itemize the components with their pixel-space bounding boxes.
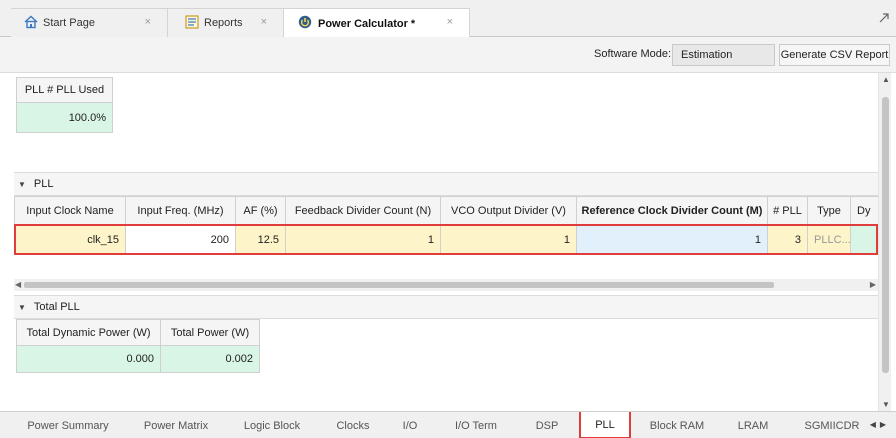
close-icon[interactable]: × [447, 16, 453, 28]
cell-af[interactable]: 12.5 [236, 226, 286, 255]
pll-content-panel: PLL # PLL Used 100.0% ▼ PLL Input Clock … [14, 73, 878, 411]
pll-used-value: 100.0% [17, 103, 113, 133]
col-pll-count: # PLL [768, 197, 808, 226]
pll-table: Input Clock Name Input Freq. (MHz) AF (%… [14, 196, 878, 255]
right-margin [891, 73, 896, 411]
scroll-right-icon[interactable]: ▶ [870, 280, 876, 289]
col-af: AF (%) [236, 197, 286, 226]
cell-type[interactable]: PLLC... [808, 226, 851, 255]
bottom-tab-bar: Power Summary Power Matrix Logic Block C… [0, 411, 896, 438]
cell-input-freq[interactable]: 200 [126, 226, 236, 255]
col-feedback-divider: Feedback Divider Count (N) [286, 197, 441, 226]
software-mode-label: Software Mode: [594, 48, 672, 60]
btab-dsp[interactable]: DSP [526, 412, 568, 438]
btab-sgmiicdr[interactable]: SGMIICDR [798, 412, 866, 438]
power-calculator-icon [298, 15, 312, 29]
scroll-down-icon[interactable]: ▼ [882, 400, 890, 409]
pll-used-grid: PLL # PLL Used 100.0% [16, 77, 113, 133]
tab-start-page[interactable]: Start Page × [11, 8, 168, 37]
scroll-left-icon[interactable]: ◀ [15, 280, 21, 289]
col-vco-output-divider: VCO Output Divider (V) [441, 197, 577, 226]
btab-io[interactable]: I/O [394, 412, 426, 438]
col-type: Type [808, 197, 851, 226]
cell-dynamic [851, 226, 878, 255]
home-icon [24, 15, 38, 29]
total-pll-section-header[interactable]: ▼ Total PLL [14, 295, 878, 319]
total-pll-table: Total Dynamic Power (W) Total Power (W) … [16, 319, 260, 373]
pll-section-header[interactable]: ▼ PLL [14, 172, 878, 196]
scroll-up-icon[interactable]: ▲ [882, 75, 890, 84]
close-icon[interactable]: × [145, 16, 151, 28]
btab-block-ram[interactable]: Block RAM [644, 412, 710, 438]
horizontal-scroll-thumb[interactable] [24, 282, 774, 288]
tab-reports-label: Reports [204, 17, 243, 29]
tab-power-calculator-label: Power Calculator * [318, 17, 416, 30]
tab-reports[interactable]: Reports × [168, 8, 284, 37]
btab-lram[interactable]: LRAM [730, 412, 776, 438]
vertical-scroll-thumb[interactable] [882, 97, 889, 373]
cell-total-power: 0.002 [161, 346, 260, 373]
cell-feedback-divider[interactable]: 1 [286, 226, 441, 255]
cell-total-dynamic-power: 0.000 [17, 346, 161, 373]
collapse-caret-icon: ▼ [18, 302, 26, 312]
document-tab-strip: Start Page × Reports × Power Calculator … [0, 0, 896, 38]
cell-reference-clock-divider[interactable]: 1 [577, 226, 768, 255]
cell-vco-output-divider[interactable]: 1 [441, 226, 577, 255]
col-total-dynamic-power: Total Dynamic Power (W) [17, 320, 161, 346]
pll-section-title: PLL [33, 178, 54, 190]
close-icon[interactable]: × [261, 16, 267, 28]
btab-power-matrix[interactable]: Power Matrix [136, 412, 216, 438]
col-input-freq: Input Freq. (MHz) [126, 197, 236, 226]
col-total-power: Total Power (W) [161, 320, 260, 346]
btab-power-summary[interactable]: Power Summary [20, 412, 116, 438]
btab-logic-block[interactable]: Logic Block [236, 412, 308, 438]
col-input-clock-name: Input Clock Name [15, 197, 126, 226]
btab-io-term[interactable]: I/O Term [446, 412, 506, 438]
report-icon [185, 15, 199, 29]
tab-scroll-arrows-icon[interactable]: ◀▶ [870, 420, 890, 429]
cell-input-clock-name[interactable]: clk_15 [15, 226, 126, 255]
toolbar: Software Mode: Estimation Generate CSV R… [0, 37, 896, 73]
vertical-scrollbar[interactable]: ▲ ▼ [878, 73, 891, 411]
horizontal-scrollbar[interactable]: ◀ ▶ [14, 279, 878, 291]
generate-csv-report-button[interactable]: Generate CSV Report [779, 44, 890, 66]
col-reference-clock-divider: Reference Clock Divider Count (M) [577, 197, 768, 226]
software-mode-select[interactable]: Estimation [672, 44, 775, 66]
col-dynamic: Dy [851, 197, 878, 226]
total-pll-section-title: Total PLL [33, 301, 80, 313]
btab-clocks[interactable]: Clocks [330, 412, 376, 438]
left-margin [0, 73, 14, 411]
tab-power-calculator[interactable]: Power Calculator * × [284, 8, 470, 38]
collapse-caret-icon: ▼ [18, 179, 26, 189]
btab-pll[interactable]: PLL [579, 412, 631, 438]
restore-window-icon[interactable] [878, 12, 890, 24]
pll-used-header: PLL # PLL Used [17, 78, 113, 103]
cell-pll-count[interactable]: 3 [768, 226, 808, 255]
tab-start-page-label: Start Page [43, 17, 95, 29]
